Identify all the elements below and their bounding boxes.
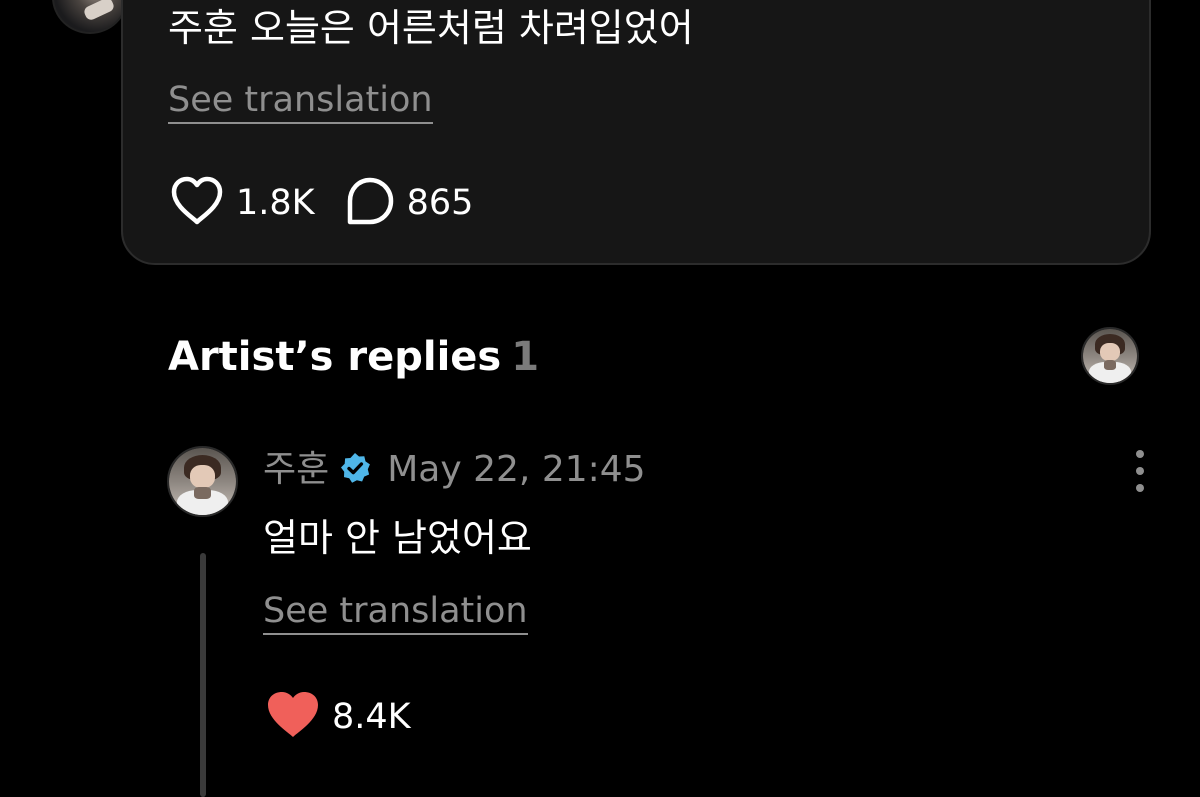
artist-replies-title: Artist’s replies: [168, 334, 502, 380]
reply-author-name[interactable]: 주훈: [263, 446, 329, 494]
post-text: 주훈 오늘은 어른처럼 차려입었어: [168, 6, 694, 50]
post-comment-button[interactable]: 865: [345, 176, 474, 230]
reply-author-avatar[interactable]: [167, 446, 238, 517]
avatar-photo: [82, 0, 116, 22]
reply-meta: 주훈 May 22, 21:45: [263, 446, 646, 494]
reply-stats: 8.4K: [266, 690, 411, 744]
post-like-button[interactable]: 1.8K: [170, 176, 315, 230]
comment-bubble-icon: [345, 176, 395, 230]
artist-replies-count: 1: [511, 334, 540, 380]
post-see-translation-link[interactable]: See translation: [168, 78, 433, 124]
post-author-avatar[interactable]: [52, 0, 128, 34]
avatar-photo: [169, 448, 236, 515]
reply-like-count: 8.4K: [332, 697, 411, 737]
artist-replies-header: Artist’s replies 1: [168, 332, 539, 382]
reply-see-translation-link[interactable]: See translation: [263, 589, 528, 635]
verified-badge-icon: [339, 452, 371, 488]
post-stats: 1.8K 865: [170, 176, 473, 230]
artist-avatar-small[interactable]: [1081, 327, 1139, 385]
reply-text: 얼마 안 남었어요: [263, 516, 532, 560]
reply-like-button[interactable]: 8.4K: [266, 690, 411, 744]
post-like-count: 1.8K: [236, 183, 315, 223]
post-comment-count: 865: [406, 183, 474, 223]
reply-thread-line: [200, 553, 206, 797]
more-vertical-icon[interactable]: [1126, 450, 1154, 492]
reply-timestamp: May 22, 21:45: [387, 449, 646, 490]
heart-filled-icon: [266, 690, 320, 744]
avatar-photo: [1083, 329, 1137, 383]
heart-outline-icon: [170, 176, 224, 230]
